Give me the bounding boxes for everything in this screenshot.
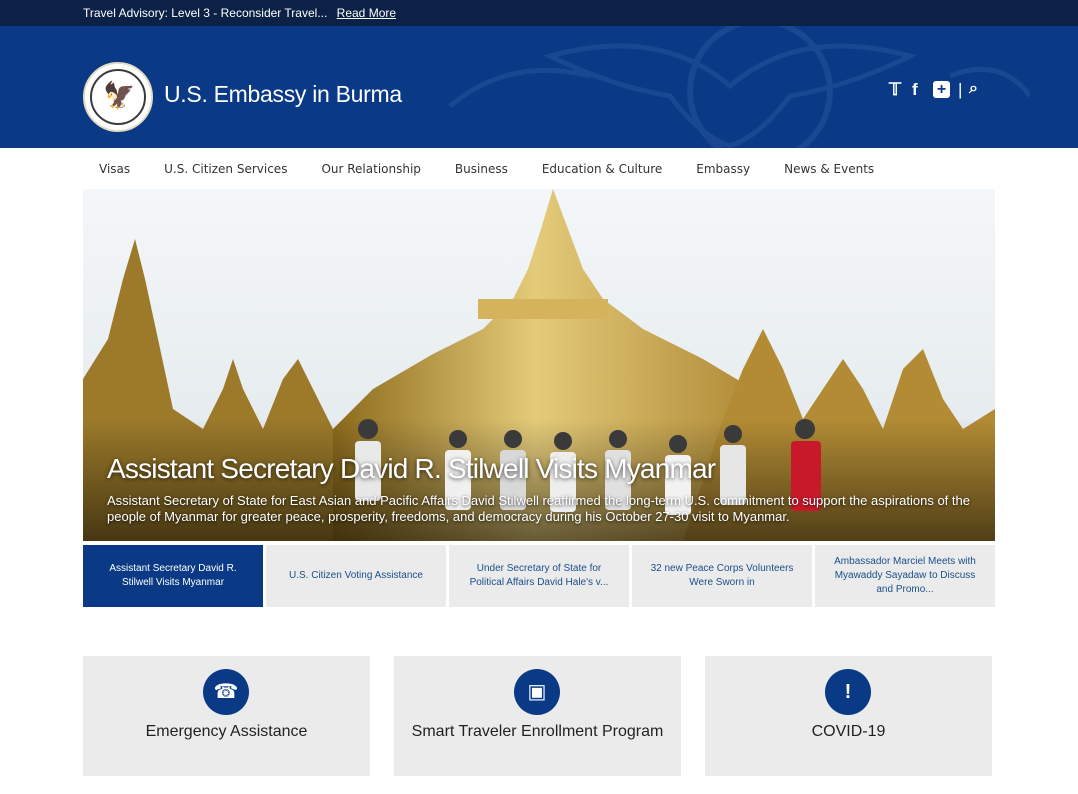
twitter-icon[interactable]: 𝕋	[889, 80, 901, 100]
main-nav: Visas U.S. Citizen Services Our Relation…	[83, 152, 892, 188]
hero-slide-tabs: Assistant Secretary David R. Stilwell Vi…	[83, 545, 995, 607]
hero-headline[interactable]: Assistant Secretary David R. Stilwell Vi…	[107, 453, 716, 485]
slide-tab-voting[interactable]: U.S. Citizen Voting Assistance	[266, 545, 446, 607]
slide-tab-peace-corps[interactable]: 32 new Peace Corps Volunteers Were Sworn…	[632, 545, 812, 607]
nav-item-embassy[interactable]: Embassy	[680, 152, 768, 188]
nav-item-news-events[interactable]: News & Events	[768, 152, 892, 188]
search-icon[interactable]: ⌕	[969, 80, 978, 98]
travel-advisory-bar: Travel Advisory: Level 3 - Reconsider Tr…	[0, 0, 1078, 26]
eagle-icon: 🦅	[103, 80, 136, 110]
plus-icon[interactable]: +	[933, 81, 950, 98]
nav-item-business[interactable]: Business	[439, 152, 526, 188]
card-label: COVID-19	[811, 723, 886, 740]
nav-item-our-relationship[interactable]: Our Relationship	[305, 152, 438, 188]
hero-slider[interactable]: Assistant Secretary David R. Stilwell Vi…	[83, 189, 995, 541]
covid-card[interactable]: ! COVID-19	[705, 656, 992, 776]
hero-summary: Assistant Secretary of State for East As…	[107, 493, 970, 524]
slide-tab-marciel[interactable]: Ambassador Marciel Meets with Myawaddy S…	[815, 545, 995, 607]
facebook-icon[interactable]: f	[912, 80, 918, 100]
quick-links: ☎ Emergency Assistance ▣ Smart Traveler …	[83, 656, 995, 776]
site-header: 🦅 U.S. Embassy in Burma 𝕋 f + | ⌕	[0, 26, 1078, 148]
hero-image-pagoda	[83, 189, 995, 541]
smart-traveler-card[interactable]: ▣ Smart Traveler Enrollment Program	[394, 656, 681, 776]
advisory-content: Travel Advisory: Level 3 - Reconsider Tr…	[83, 6, 396, 20]
card-label: Emergency Assistance	[145, 723, 308, 740]
nav-item-citizen-services[interactable]: U.S. Citizen Services	[148, 152, 305, 188]
briefcase-icon: ▣	[514, 669, 560, 715]
department-of-state-seal[interactable]: 🦅	[83, 62, 153, 132]
nav-item-education-culture[interactable]: Education & Culture	[526, 152, 680, 188]
advisory-text: Travel Advisory: Level 3 - Reconsider Tr…	[83, 6, 328, 20]
site-title[interactable]: U.S. Embassy in Burma	[164, 81, 402, 108]
card-label: Smart Traveler Enrollment Program	[411, 723, 664, 740]
slide-tab-hale[interactable]: Under Secretary of State for Political A…	[449, 545, 629, 607]
phone-icon: ☎	[203, 669, 249, 715]
header-separator: |	[958, 80, 963, 99]
exclamation-icon: !	[825, 669, 871, 715]
advisory-read-more-link[interactable]: Read More	[337, 6, 396, 20]
slide-tab-stilwell[interactable]: Assistant Secretary David R. Stilwell Vi…	[83, 545, 263, 607]
emergency-assistance-card[interactable]: ☎ Emergency Assistance	[83, 656, 370, 776]
nav-item-visas[interactable]: Visas	[83, 152, 148, 188]
